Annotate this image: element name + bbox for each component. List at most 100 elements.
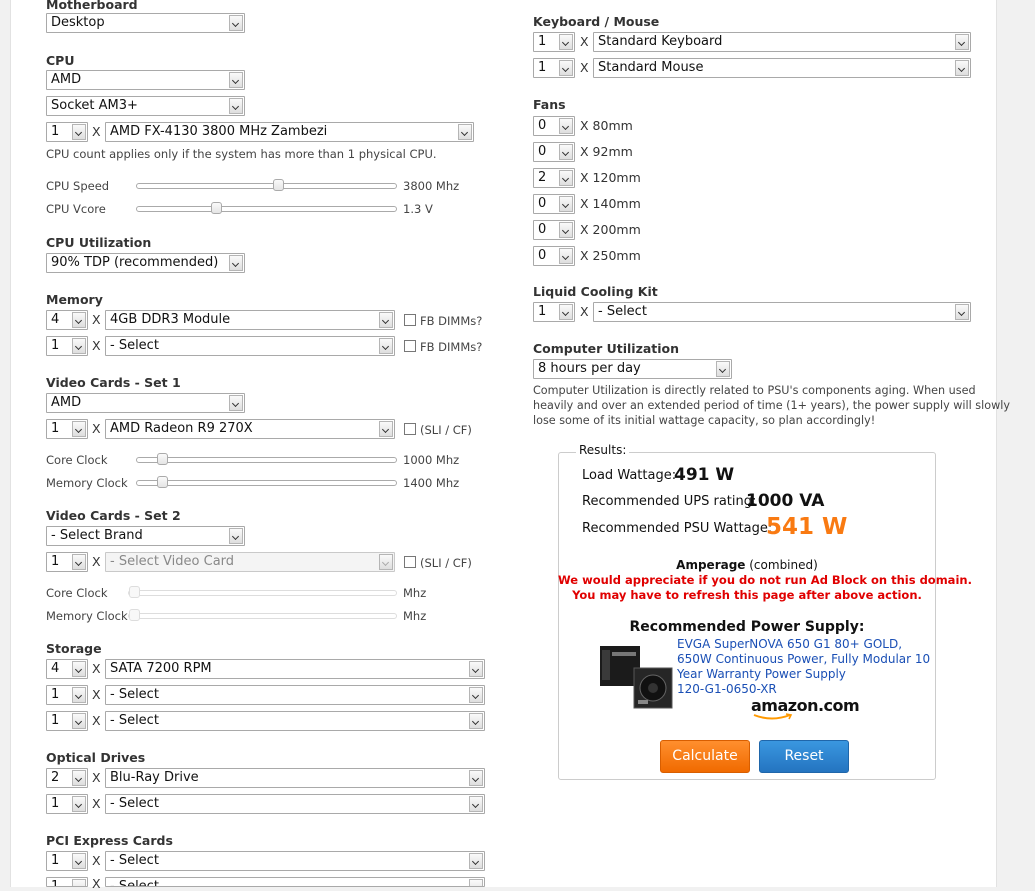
storage-type-select[interactable]: - Select xyxy=(105,685,485,705)
slider-handle[interactable] xyxy=(273,179,285,191)
liquid-count-select[interactable]: 1 xyxy=(533,302,575,322)
storage-type-select[interactable]: - Select xyxy=(105,711,485,731)
slider-handle[interactable] xyxy=(129,609,140,621)
fan-count-select[interactable]: 0 xyxy=(533,142,575,162)
core-clock-label: Core Clock xyxy=(46,586,108,600)
cpu-model-select[interactable]: AMD FX-4130 3800 MHz Zambezi xyxy=(105,122,474,142)
memory-count-select[interactable]: 1 xyxy=(46,336,88,356)
slider-handle[interactable] xyxy=(156,476,168,488)
fan-count-select[interactable]: 0 xyxy=(533,220,575,240)
memory-module-select[interactable]: 4GB DDR3 Module xyxy=(105,310,395,330)
storage-count-select[interactable]: 1 xyxy=(46,685,88,705)
times-sign: X xyxy=(92,421,101,436)
chevron-down-icon xyxy=(559,222,573,238)
core-clock-value: Mhz xyxy=(403,586,427,600)
times-sign: X xyxy=(580,60,589,75)
chevron-down-icon xyxy=(229,98,243,114)
cpu-vcore-slider[interactable] xyxy=(136,202,397,214)
pcie-count-select[interactable]: 1 xyxy=(46,851,88,871)
slider-handle[interactable] xyxy=(129,586,140,598)
mouse-type-select[interactable]: Standard Mouse xyxy=(593,58,971,78)
sli-cf-label: (SLI / CF) xyxy=(420,423,472,437)
pcie-type-select[interactable]: - Select xyxy=(105,877,485,887)
sli-cf-label: (SLI / CF) xyxy=(420,556,472,570)
product-link-line[interactable]: 650W Continuous Power, Fully Modular 10 xyxy=(677,652,930,666)
core-clock-value: 1000 Mhz xyxy=(403,453,460,467)
cpu-speed-slider[interactable] xyxy=(136,179,397,191)
core-clock-slider[interactable] xyxy=(136,453,397,465)
chevron-down-icon xyxy=(716,361,730,377)
optical-type-select[interactable]: Blu-Ray Drive xyxy=(105,768,485,788)
fan-size-label: X 120mm xyxy=(580,170,641,185)
computer-utilization-label: Computer Utilization xyxy=(533,341,680,356)
video-set2-count-select[interactable]: 1 xyxy=(46,552,88,572)
fb-dimms-checkbox[interactable] xyxy=(404,340,416,352)
reset-button[interactable]: Reset xyxy=(759,740,849,773)
mouse-count-select[interactable]: 1 xyxy=(533,58,575,78)
refresh-message: You may have to refresh this page after … xyxy=(572,588,922,602)
chevron-down-icon xyxy=(379,338,393,354)
motherboard-select[interactable]: Desktop xyxy=(46,13,245,33)
chevron-down-icon xyxy=(72,879,86,886)
cpu-utilization-select[interactable]: 90% TDP (recommended) xyxy=(46,253,245,273)
storage-count-select[interactable]: 1 xyxy=(46,711,88,731)
video-set2-brand-select[interactable]: - Select Brand xyxy=(46,526,245,546)
computer-utilization-select[interactable]: 8 hours per day xyxy=(533,359,732,379)
amazon-smile-icon xyxy=(753,713,793,720)
chevron-down-icon xyxy=(72,770,86,786)
video-set2-card-select[interactable]: - Select Video Card xyxy=(105,552,395,572)
fan-count-select[interactable]: 0 xyxy=(533,246,575,266)
adblock-message: We would appreciate if you do not run Ad… xyxy=(558,573,972,587)
product-link-line[interactable]: 120-G1-0650-XR xyxy=(677,682,777,696)
memory-clock-label: Memory Clock xyxy=(46,476,128,490)
memory-clock-slider[interactable] xyxy=(136,476,397,488)
chevron-down-icon xyxy=(229,72,243,88)
storage-type-select[interactable]: SATA 7200 RPM xyxy=(105,659,485,679)
fb-dimms-label: FB DIMMs? xyxy=(420,314,483,328)
sli-cf-checkbox[interactable] xyxy=(404,556,416,568)
pcie-type-select[interactable]: - Select xyxy=(105,851,485,871)
video-set1-count-select[interactable]: 1 xyxy=(46,419,88,439)
video-set1-card-select[interactable]: AMD Radeon R9 270X xyxy=(105,419,395,439)
chevron-down-icon xyxy=(469,796,483,812)
memory-module-select[interactable]: - Select xyxy=(105,336,395,356)
times-sign: X xyxy=(92,554,101,569)
product-link-line[interactable]: Year Warranty Power Supply xyxy=(677,667,846,681)
calculate-button[interactable]: Calculate xyxy=(660,740,750,773)
chevron-down-icon xyxy=(229,528,243,544)
storage-count-select[interactable]: 4 xyxy=(46,659,88,679)
fan-count-select[interactable]: 0 xyxy=(533,194,575,214)
amperage-qualifier: (combined) xyxy=(745,558,818,572)
slider-handle[interactable] xyxy=(211,202,223,214)
psu-wattage-value: 541 W xyxy=(766,514,848,540)
video-set1-brand-select[interactable]: AMD xyxy=(46,393,245,413)
chevron-down-icon xyxy=(559,118,573,134)
cpu-brand-select[interactable]: AMD xyxy=(46,70,245,90)
cpu-speed-label: CPU Speed xyxy=(46,179,110,193)
optical-count-select[interactable]: 2 xyxy=(46,768,88,788)
cpu-count-select[interactable]: 1 xyxy=(46,122,88,142)
pcie-count-select[interactable]: 1 xyxy=(46,877,88,887)
fb-dimms-label: FB DIMMs? xyxy=(420,340,483,354)
sli-cf-checkbox[interactable] xyxy=(404,423,416,435)
memory-clock-slider[interactable] xyxy=(128,609,397,621)
cpu-socket-select[interactable]: Socket AM3+ xyxy=(46,96,245,116)
psu-product-image[interactable] xyxy=(598,642,674,712)
times-sign: X xyxy=(92,876,101,891)
utilization-note-line: heavily and over an extended period of t… xyxy=(533,399,1010,412)
keyboard-count-select[interactable]: 1 xyxy=(533,32,575,52)
slider-handle[interactable] xyxy=(156,453,168,465)
keyboard-type-select[interactable]: Standard Keyboard xyxy=(593,32,971,52)
fb-dimms-checkbox[interactable] xyxy=(404,314,416,326)
product-link-line[interactable]: EVGA SuperNOVA 650 G1 80+ GOLD, xyxy=(677,637,902,651)
chevron-down-icon xyxy=(559,60,573,76)
chevron-down-icon xyxy=(72,796,86,812)
fan-count-select[interactable]: 0 xyxy=(533,116,575,136)
liquid-type-select[interactable]: - Select xyxy=(593,302,971,322)
fan-count-select[interactable]: 2 xyxy=(533,168,575,188)
core-clock-slider[interactable] xyxy=(128,586,397,598)
psu-box-icon xyxy=(600,646,673,709)
optical-type-select[interactable]: - Select xyxy=(105,794,485,814)
memory-count-select[interactable]: 4 xyxy=(46,310,88,330)
optical-count-select[interactable]: 1 xyxy=(46,794,88,814)
